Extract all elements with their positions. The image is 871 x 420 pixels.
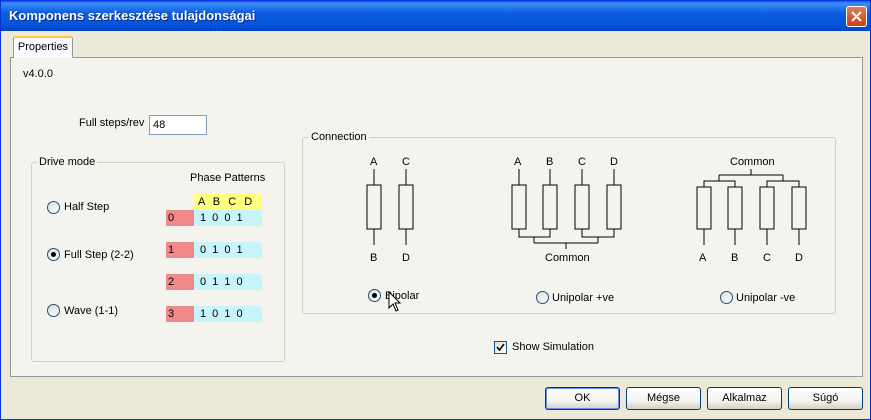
window-title: Komponens szerkesztése tulajdonságai xyxy=(9,8,256,23)
close-button[interactable] xyxy=(846,6,867,27)
unipolar-neg-label-d: D xyxy=(795,252,803,264)
phase-row-3-bits: 1 0 1 0 xyxy=(194,306,262,322)
bipolar-diagram xyxy=(366,169,414,245)
apply-button[interactable]: Alkalmaz xyxy=(707,387,782,410)
bipolar-label-b: B xyxy=(370,252,378,264)
full-steps-input[interactable] xyxy=(149,115,207,135)
phase-row-1-index: 1 xyxy=(166,242,194,258)
drive-mode-group xyxy=(31,162,285,362)
unipolar-pos-label[interactable]: Unipolar +ve xyxy=(552,292,614,304)
radio-wave[interactable] xyxy=(47,304,60,317)
show-simulation-checkbox[interactable] xyxy=(494,341,507,354)
unipolar-neg-label-b: B xyxy=(731,252,739,264)
bipolar-label-c: C xyxy=(402,156,410,168)
properties-dialog: Komponens szerkesztése tulajdonságai Pro… xyxy=(0,0,871,420)
unipolar-neg-diagram xyxy=(696,169,807,245)
phase-header-c: C xyxy=(228,196,237,208)
cancel-button[interactable]: Mégse xyxy=(626,387,701,410)
half-step-label[interactable]: Half Step xyxy=(64,201,109,213)
unipolar-neg-label-a: A xyxy=(699,252,707,264)
bipolar-label-a: A xyxy=(370,156,378,168)
close-icon xyxy=(851,11,862,22)
version-label: v4.0.0 xyxy=(23,68,53,80)
unipolar-pos-label-b: B xyxy=(546,156,554,168)
ok-button[interactable]: OK xyxy=(545,387,620,410)
phase-row-1-bits: 0 1 0 1 xyxy=(194,242,262,258)
unipolar-pos-label-a: A xyxy=(514,156,522,168)
radio-full-step[interactable] xyxy=(47,248,60,261)
unipolar-neg-common-label: Common xyxy=(730,156,775,168)
radio-unipolar-pos[interactable] xyxy=(536,291,549,304)
help-button[interactable]: Súgó xyxy=(788,387,863,410)
unipolar-pos-label-c: C xyxy=(578,156,586,168)
radio-unipolar-neg[interactable] xyxy=(720,291,733,304)
phase-header-row: A B C D xyxy=(194,194,262,210)
phase-row-0-bits: 1 0 0 1 xyxy=(194,210,262,226)
phase-patterns-title: Phase Patterns xyxy=(190,172,266,184)
tab-properties[interactable]: Properties xyxy=(13,36,73,58)
unipolar-neg-label-c: C xyxy=(763,252,771,264)
radio-half-step[interactable] xyxy=(47,201,60,214)
full-step-label[interactable]: Full Step (2-2) xyxy=(64,249,134,261)
connection-title: Connection xyxy=(309,131,369,143)
show-simulation-label[interactable]: Show Simulation xyxy=(512,341,594,353)
tab-properties-label: Properties xyxy=(17,41,69,53)
mouse-cursor-icon xyxy=(388,291,402,312)
phase-header-d: D xyxy=(244,196,253,208)
phase-row-2-index: 2 xyxy=(166,274,194,290)
unipolar-pos-label-d: D xyxy=(610,156,618,168)
phase-header-b: B xyxy=(212,196,221,208)
unipolar-pos-diagram xyxy=(511,169,622,249)
unipolar-neg-label[interactable]: Unipolar -ve xyxy=(736,292,795,304)
phase-row-0-index: 0 xyxy=(166,210,194,226)
drive-mode-title: Drive mode xyxy=(37,156,98,168)
phase-header-a: A xyxy=(198,196,205,208)
checkmark-icon xyxy=(496,343,505,352)
bipolar-label-d: D xyxy=(402,252,410,264)
phase-row-3-index: 3 xyxy=(166,306,194,322)
wave-label[interactable]: Wave (1-1) xyxy=(64,305,118,317)
title-bar[interactable]: Komponens szerkesztése tulajdonságai xyxy=(1,1,870,31)
full-steps-label: Full steps/rev xyxy=(79,117,145,129)
unipolar-pos-common-label: Common xyxy=(545,252,590,264)
radio-bipolar[interactable] xyxy=(368,289,381,302)
phase-row-2-bits: 0 1 1 0 xyxy=(194,274,262,290)
